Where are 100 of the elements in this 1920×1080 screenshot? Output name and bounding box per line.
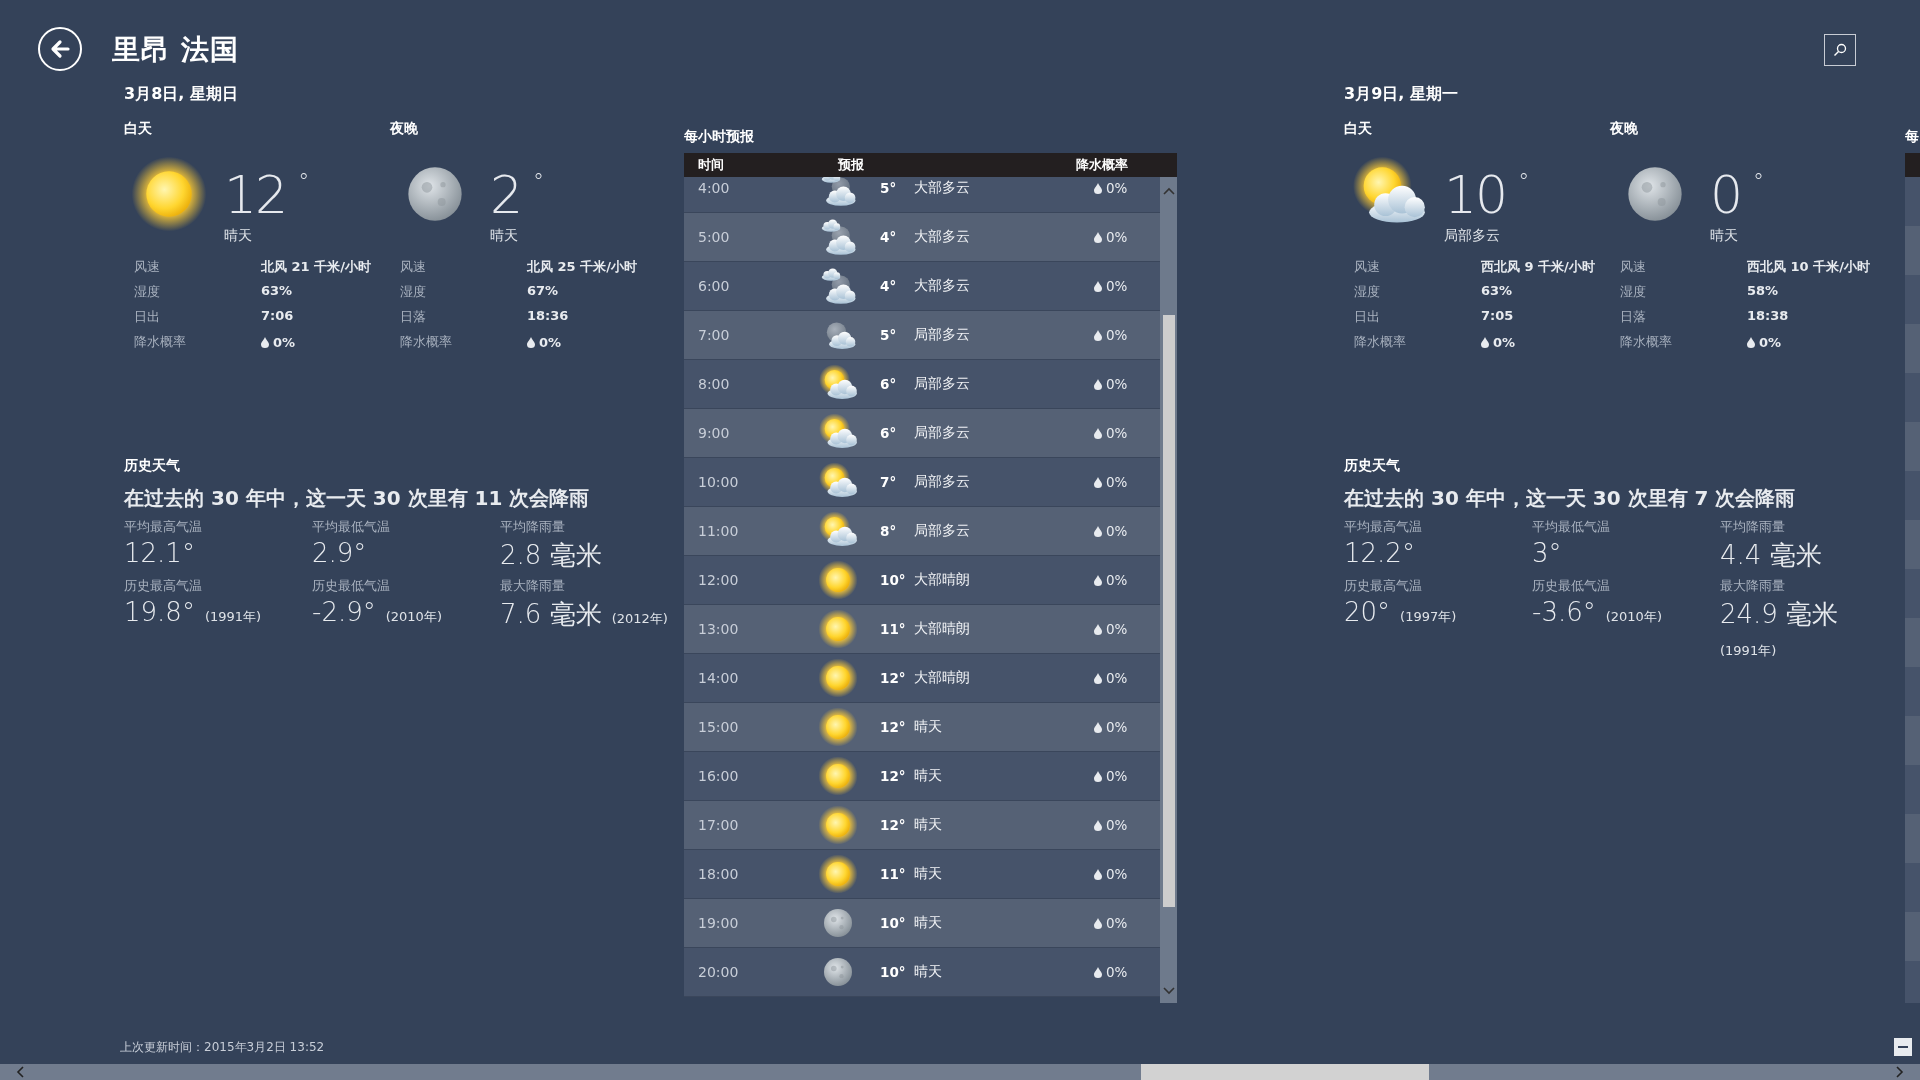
detail-value: 18:36 — [527, 308, 570, 325]
hour-temperature: 6° — [880, 376, 898, 392]
hour-time: 16:00 — [697, 768, 740, 784]
drop-icon — [1094, 672, 1102, 684]
precip-chance: 0% — [1493, 334, 1516, 350]
detail-value: 北风 25 千米/小时 — [527, 258, 638, 276]
history-summary: 在过去的 30 年中，这一天 30 次里有 7 次会降雨 — [1344, 485, 1797, 512]
sun-icon — [817, 657, 859, 699]
hour-condition: 大部晴朗 — [914, 669, 971, 687]
stat-value: 19.8° — [124, 597, 195, 627]
hour-temperature: 12° — [880, 817, 907, 833]
stat-value: 2.8 毫米 — [500, 539, 602, 572]
temperature: 0$^{°}$ — [1710, 164, 1763, 223]
hour-condition: 大部多云 — [914, 179, 971, 197]
drop-icon — [1094, 721, 1102, 733]
stat-label: 平均最高气温 — [1344, 518, 1423, 536]
hour-condition: 局部多云 — [914, 375, 971, 393]
stat-value: 12.1° — [124, 538, 195, 568]
hour-condition: 晴天 — [914, 963, 943, 981]
drop-icon — [1094, 868, 1102, 880]
detail-label: 降水概率 — [134, 333, 187, 351]
history-heading: 历史天气 — [124, 457, 181, 475]
hour-time: 14:00 — [697, 670, 740, 686]
detail-value: 18:38 — [1747, 308, 1790, 325]
hour-temperature: 5° — [880, 327, 898, 343]
detail-value: 西北风 9 千米/小时 — [1481, 258, 1596, 276]
hour-temperature: 8° — [880, 523, 898, 539]
condition-text: 晴天 — [1710, 227, 1739, 245]
detail-value: 67% — [527, 283, 560, 300]
hour-time: 7:00 — [697, 327, 731, 343]
hour-condition: 晴天 — [914, 865, 943, 883]
precip-chance: 0% — [1106, 719, 1128, 735]
hour-temperature: 12° — [880, 768, 907, 784]
precip-chance: 0% — [1106, 376, 1128, 392]
hour-temperature: 6° — [880, 425, 898, 441]
column-header: 时间 — [697, 156, 725, 174]
detail-label: 风速 — [1354, 258, 1381, 276]
hour-condition: 晴天 — [914, 914, 943, 932]
history-heading: 历史天气 — [1344, 457, 1401, 475]
drop-icon — [1094, 623, 1102, 635]
minus-button[interactable] — [1894, 1038, 1912, 1056]
hour-time: 18:00 — [697, 866, 740, 882]
search-icon — [1832, 42, 1848, 58]
horizontal-scrollbar[interactable] — [0, 1064, 1920, 1080]
stat-value: -3.6° — [1532, 597, 1596, 627]
precip-chance: 0% — [1106, 964, 1128, 980]
detail-label: 湿度 — [1354, 283, 1381, 301]
hour-condition: 晴天 — [914, 767, 943, 785]
hour-time: 10:00 — [697, 474, 740, 490]
hour-time: 17:00 — [697, 817, 740, 833]
precip-chance: 0% — [1106, 866, 1128, 882]
hour-time: 5:00 — [697, 229, 731, 245]
hour-condition: 局部多云 — [914, 424, 971, 442]
stat-label: 平均最低气温 — [312, 518, 391, 536]
hour-time: 11:00 — [697, 523, 740, 539]
hour-condition: 晴天 — [914, 816, 943, 834]
detail-value: 7:05 — [1481, 308, 1515, 325]
condition-text: 局部多云 — [1444, 227, 1501, 245]
stat-value: 12.2° — [1344, 538, 1415, 568]
detail-label: 风速 — [1620, 258, 1647, 276]
sun-icon — [129, 154, 209, 234]
stat-label: 最大降雨量 — [500, 577, 566, 595]
drop-icon — [1094, 966, 1102, 978]
stat-label: 平均最低气温 — [1532, 518, 1611, 536]
hour-temperature: 10° — [880, 572, 907, 588]
hour-condition: 大部晴朗 — [914, 620, 971, 638]
precip-chance: 0% — [1106, 572, 1128, 588]
stat-label: 最大降雨量 — [1720, 577, 1786, 595]
precip-chance: 0% — [1106, 327, 1128, 343]
hour-temperature: 12° — [880, 719, 907, 735]
search-button[interactable] — [1824, 34, 1856, 66]
minus-icon — [1898, 1045, 1908, 1049]
precip-chance: 0% — [1106, 474, 1128, 490]
precip-chance: 0% — [1106, 425, 1128, 441]
detail-value: 7:06 — [261, 308, 295, 325]
hour-time: 12:00 — [697, 572, 740, 588]
detail-label: 日出 — [134, 308, 161, 326]
drop-icon — [1094, 525, 1102, 537]
detail-label: 湿度 — [1620, 283, 1647, 301]
precip-chance: 0% — [1106, 621, 1128, 637]
city-title: 里昂 法国 — [112, 32, 239, 68]
hour-temperature: 11° — [880, 621, 907, 637]
drop-icon — [527, 336, 535, 348]
hour-condition: 大部晴朗 — [914, 571, 971, 589]
stat-year: (1997年) — [1400, 608, 1457, 626]
hour-time: 19:00 — [697, 915, 740, 931]
back-button[interactable] — [38, 27, 82, 71]
stat-value: 3° — [1532, 538, 1562, 568]
precip-chance: 0% — [1759, 334, 1782, 350]
hour-temperature: 10° — [880, 915, 907, 931]
detail-value: 63% — [261, 283, 294, 300]
drop-icon — [1094, 770, 1102, 782]
period-label: 白天 — [124, 120, 153, 138]
precip-chance: 0% — [1106, 229, 1128, 245]
hour-temperature: 4° — [880, 278, 898, 294]
period-label: 夜晚 — [1610, 120, 1639, 138]
precip-chance: 0% — [1106, 180, 1128, 196]
hour-condition: 晴天 — [914, 718, 943, 736]
detail-label: 风速 — [400, 258, 427, 276]
vertical-scrollbar[interactable] — [1160, 177, 1177, 1003]
